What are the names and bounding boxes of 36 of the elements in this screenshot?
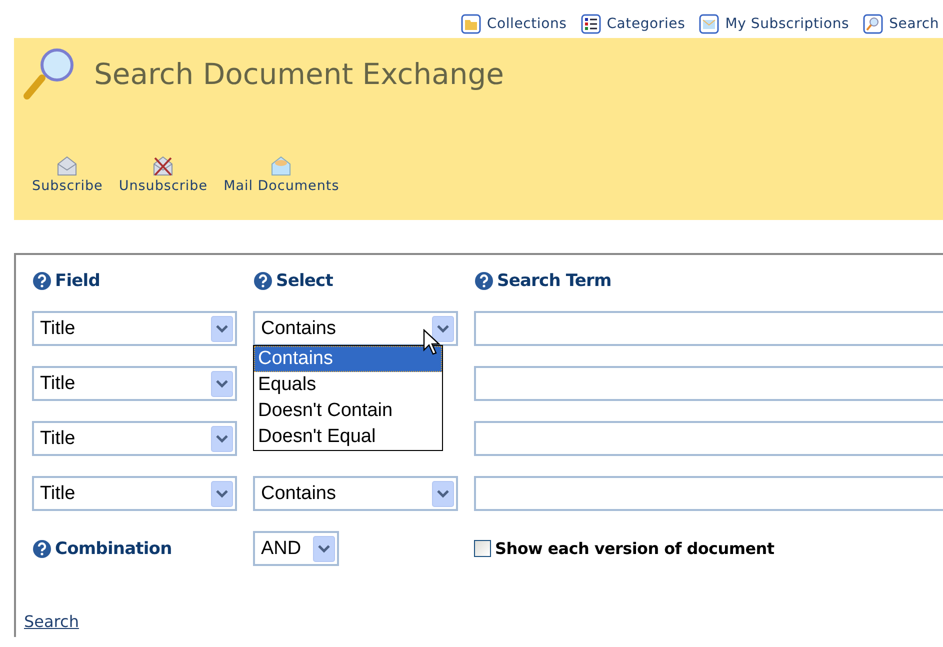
field-select[interactable]: Title <box>32 366 237 401</box>
field-select[interactable]: Title <box>32 476 237 511</box>
toolbar-action[interactable]: Subscribe <box>32 154 103 194</box>
combination-label: Combination <box>55 538 172 558</box>
column-heading: Field <box>55 271 100 291</box>
toolbar-action[interactable]: Mail Documents <box>224 154 340 194</box>
list-icon[interactable] <box>580 14 601 34</box>
operator-select[interactable]: Contains <box>253 476 458 511</box>
column-heading: Select <box>276 271 333 291</box>
folder-icon[interactable] <box>460 14 481 34</box>
search-icon[interactable] <box>863 14 884 34</box>
help-icon[interactable] <box>253 271 273 291</box>
operator-select[interactable]: Contains <box>253 311 458 346</box>
column-heading: Search Term <box>497 271 612 291</box>
nav-link[interactable]: Search <box>863 9 939 38</box>
nav-link[interactable]: Collections <box>460 9 567 38</box>
help-icon[interactable] <box>32 271 52 291</box>
search-term-field[interactable] <box>474 476 943 511</box>
field-select[interactable]: Title <box>32 421 237 456</box>
toolbar-action[interactable]: Unsubscribe <box>118 154 208 194</box>
nav-link[interactable]: My Subscriptions <box>699 9 850 38</box>
checkbox-label: Show each version of document <box>495 539 774 558</box>
help-icon[interactable] <box>32 538 52 558</box>
combination-select[interactable]: AND <box>253 531 339 566</box>
search-link[interactable]: Search <box>24 612 79 631</box>
dropdown-option[interactable]: Contains <box>254 346 442 372</box>
search-term-field[interactable] <box>474 311 943 346</box>
page-title: Search Document Exchange <box>94 57 504 91</box>
field-select[interactable]: Title <box>32 311 237 346</box>
search-term-field[interactable] <box>474 421 943 456</box>
envelope-icon[interactable] <box>699 14 720 34</box>
checkbox[interactable] <box>474 540 491 557</box>
search-term-field[interactable] <box>474 366 943 401</box>
envelope-cross-icon[interactable] <box>151 154 176 178</box>
nav-link[interactable]: Categories <box>580 9 686 38</box>
help-icon[interactable] <box>474 271 494 291</box>
